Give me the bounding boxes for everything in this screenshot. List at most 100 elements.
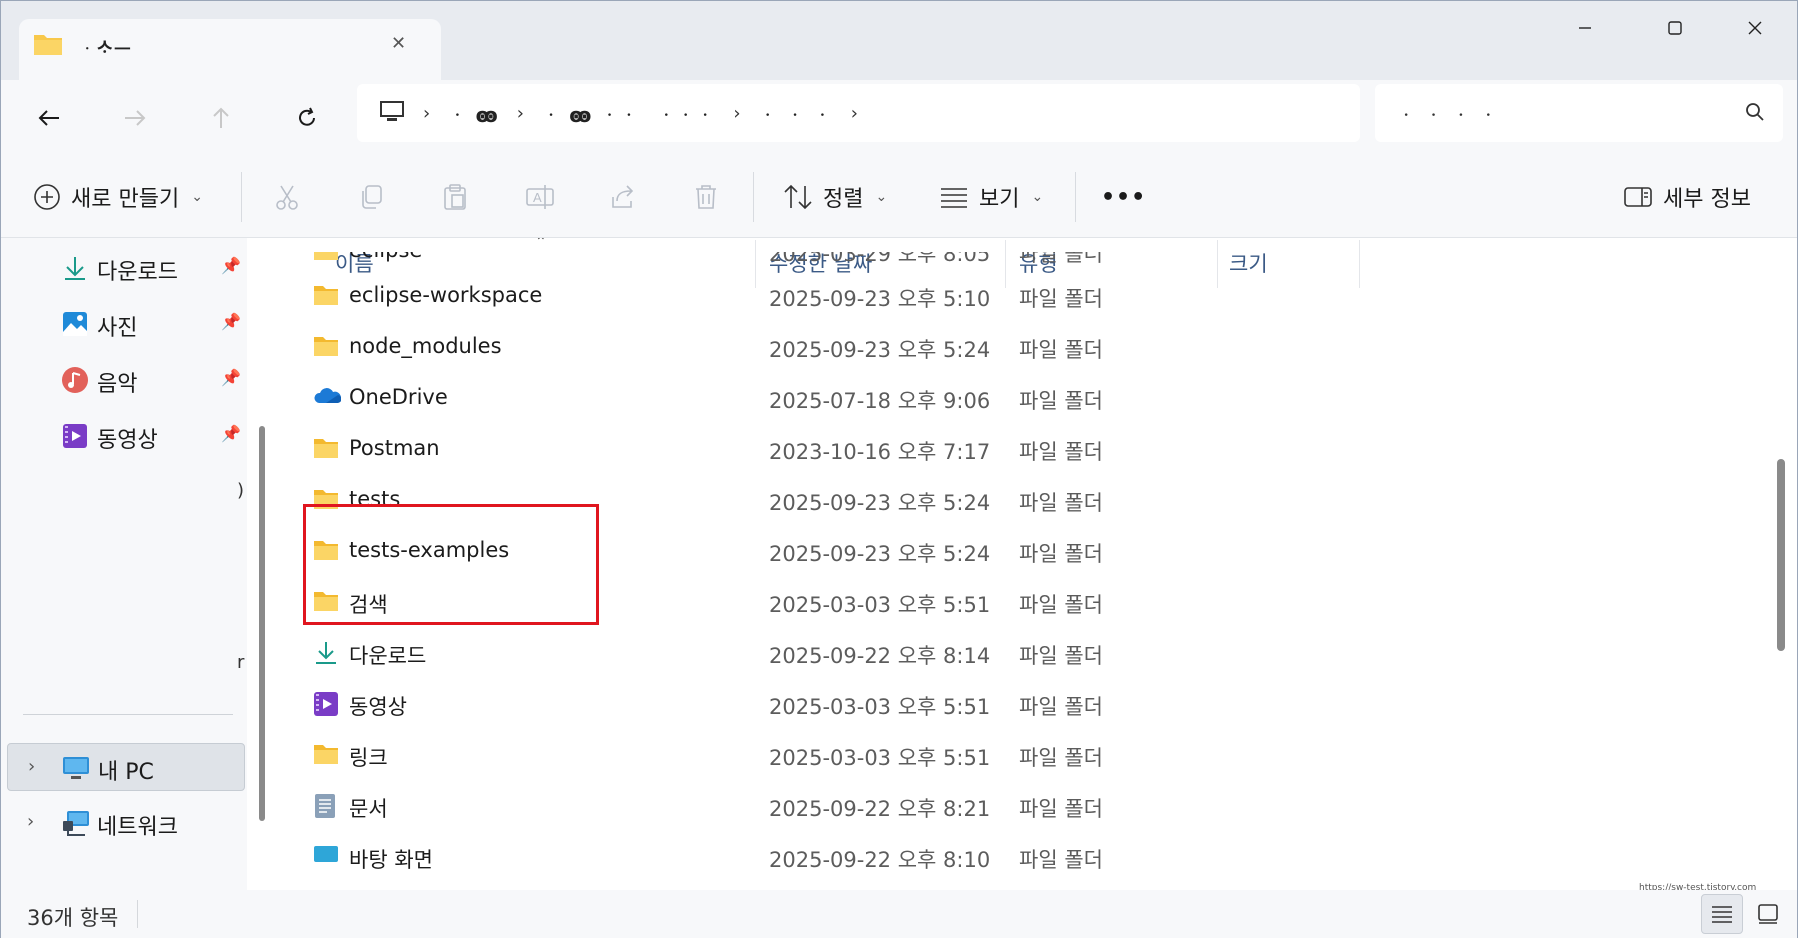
details-view-button[interactable]: [1701, 894, 1743, 934]
command-divider: [241, 172, 242, 222]
sidebar-item-pictures[interactable]: 사진 📌: [1, 300, 247, 348]
maximize-button[interactable]: [1639, 9, 1711, 47]
copy-button[interactable]: [357, 156, 385, 238]
cut-button[interactable]: [273, 156, 301, 238]
file-name[interactable]: 바탕 화면: [349, 844, 433, 874]
table-row[interactable]: OneDrive 2025-07-18 오후 9:06 파일 폴더: [277, 373, 1757, 424]
forward-button[interactable]: [113, 98, 157, 138]
table-row[interactable]: 다운로드 2025-09-22 오후 8:14 파일 폴더: [277, 628, 1757, 679]
pin-icon[interactable]: 📌: [221, 424, 241, 443]
file-name[interactable]: 문서: [349, 793, 388, 823]
pin-icon[interactable]: 📌: [221, 368, 241, 387]
sidebar-item-label: 사진: [97, 316, 138, 341]
forward-arrow-icon: [125, 110, 146, 126]
delete-button[interactable]: [693, 156, 719, 238]
file-name[interactable]: Postman: [349, 436, 440, 460]
table-row[interactable]: Postman 2023-10-16 오후 7:17 파일 폴더: [277, 424, 1757, 475]
file-name[interactable]: eclipse-workspace: [349, 283, 542, 307]
file-modified-date: 2025-09-22 오후 8:10: [769, 848, 991, 872]
sidebar-item-network[interactable]: › 네트워크: [1, 799, 247, 847]
tab-close-icon[interactable]: ✕: [391, 33, 406, 54]
table-row[interactable]: 문서 2025-09-22 오후 8:21 파일 폴더: [277, 781, 1757, 832]
refresh-icon: [299, 107, 315, 126]
breadcrumb-expand-icon[interactable]: ›: [851, 103, 858, 124]
up-arrow-icon: [213, 107, 229, 128]
file-name[interactable]: 동영상: [349, 691, 407, 721]
sidebar-scrollbar[interactable]: [259, 426, 265, 821]
sidebar-item-label: 내 PC: [98, 760, 154, 785]
breadcrumb-item-3[interactable]: ᆞᆞᆞ: [657, 99, 715, 128]
address-bar[interactable]: › ᆞ ꙭ › ᆞ ꙭ ᆞᆞ ᆞᆞᆞ › ᆞ ᆞ ᆞ ›: [357, 84, 1360, 142]
file-modified-date: 2025-03-03 오후 5:51: [769, 593, 991, 617]
pin-icon[interactable]: 📌: [221, 312, 241, 331]
sidebar-item-videos[interactable]: 동영상 📌: [1, 412, 247, 460]
search-input[interactable]: ᆞ ᆞ ᆞ ᆞ: [1375, 84, 1783, 142]
table-row[interactable]: 동영상 2025-03-03 오후 5:51 파일 폴더: [277, 679, 1757, 730]
title-bar: ᆞᄉᆞᅳ ✕: [1, 1, 1797, 80]
file-list: 이름 ⌃ 수정한 날짜 유형 크기 eclipse 2025-03-29 오후 8…: [277, 238, 1783, 890]
file-name[interactable]: tests: [349, 487, 400, 511]
paste-button[interactable]: [441, 156, 469, 238]
breadcrumb-item-1[interactable]: ᆞ ꙭ: [448, 99, 498, 128]
search-icon[interactable]: [1745, 102, 1765, 127]
chevron-right-icon[interactable]: ›: [28, 756, 35, 777]
file-type: 파일 폴더: [1019, 848, 1103, 872]
file-type: 파일 폴더: [1019, 695, 1103, 719]
large-icons-view-button[interactable]: [1747, 894, 1789, 934]
table-row[interactable]: 검색 2025-03-03 오후 5:51 파일 폴더: [277, 577, 1757, 628]
table-row[interactable]: eclipse-workspace 2025-09-23 오후 5:10 파일 폴더: [277, 271, 1757, 322]
sidebar-item-this-pc[interactable]: › 내 PC: [7, 743, 245, 791]
close-button[interactable]: [1719, 9, 1791, 47]
document-icon: [313, 793, 339, 819]
file-name[interactable]: 검색: [349, 589, 388, 619]
file-name[interactable]: 다운로드: [349, 640, 426, 670]
navigation-pane: 다운로드 📌 사진 📌 음악 📌 동영상 📌 ) r › 내 PC › 네트워크: [1, 238, 247, 890]
refresh-button[interactable]: [285, 98, 329, 138]
file-modified-date: 2025-09-22 오후 8:14: [769, 644, 991, 668]
view-button[interactable]: 보기 ⌄: [939, 156, 1043, 238]
file-type: 파일 폴더: [1019, 287, 1103, 311]
videos-icon: [313, 691, 339, 717]
download-icon: [313, 640, 339, 666]
file-modified-date: 2025-09-23 오후 5:10: [769, 287, 991, 311]
tab-current-folder[interactable]: ᆞᄉᆞᅳ ✕: [19, 19, 441, 80]
new-button[interactable]: 새로 만들기 ⌄: [33, 156, 203, 238]
breadcrumb-separator-icon: ›: [516, 102, 524, 124]
up-button[interactable]: [199, 98, 243, 138]
chevron-down-icon: ⌄: [1031, 189, 1044, 205]
details-pane-button[interactable]: 세부 정보: [1623, 156, 1751, 238]
more-options-button[interactable]: •••: [1101, 156, 1146, 238]
file-modified-date: 2025-03-03 오후 5:51: [769, 695, 991, 719]
clipped-text: r: [237, 652, 245, 673]
file-name[interactable]: 링크: [349, 742, 388, 772]
sidebar-item-music[interactable]: 음악 📌: [1, 356, 247, 404]
file-list-scrollbar[interactable]: [1777, 459, 1785, 651]
share-button[interactable]: [609, 156, 637, 238]
table-row[interactable]: node_modules 2025-09-23 오후 5:24 파일 폴더: [277, 322, 1757, 373]
sidebar-divider: [23, 714, 233, 715]
file-type: 파일 폴더: [1019, 746, 1103, 770]
chevron-right-icon[interactable]: ›: [27, 811, 34, 832]
back-button[interactable]: [27, 98, 71, 138]
pin-icon[interactable]: 📌: [221, 256, 241, 275]
file-name[interactable]: OneDrive: [349, 385, 448, 409]
status-bar: 36개 항목: [1, 890, 1797, 938]
file-name[interactable]: tests-examples: [349, 538, 509, 562]
rename-button[interactable]: A: [525, 156, 555, 238]
file-name[interactable]: node_modules: [349, 334, 502, 358]
table-row[interactable]: 링크 2025-03-03 오후 5:51 파일 폴더: [277, 730, 1757, 781]
minimize-button[interactable]: [1549, 9, 1621, 47]
breadcrumb-separator-icon: ›: [423, 102, 431, 124]
table-row[interactable]: tests 2025-09-23 오후 5:24 파일 폴더: [277, 475, 1757, 526]
table-row[interactable]: 바탕 화면 2025-09-22 오후 8:10 파일 폴더: [277, 832, 1757, 883]
file-modified-date: 2025-07-18 오후 9:06: [769, 389, 991, 413]
sidebar-item-downloads[interactable]: 다운로드 📌: [1, 244, 247, 292]
folder-icon: [33, 31, 63, 61]
details-pane-icon: [1624, 187, 1652, 207]
table-row[interactable]: tests-examples 2025-09-23 오후 5:24 파일 폴더: [277, 526, 1757, 577]
navigation-bar: › ᆞ ꙭ › ᆞ ꙭ ᆞᆞ ᆞᆞᆞ › ᆞ ᆞ ᆞ › ᆞ ᆞ ᆞ ᆞ: [1, 80, 1797, 156]
breadcrumb-item-2[interactable]: ᆞ ꙭ ᆞᆞ: [542, 99, 639, 128]
sort-button[interactable]: 정렬 ⌄: [783, 156, 887, 238]
breadcrumb-item-4[interactable]: ᆞ ᆞ ᆞ: [759, 99, 833, 128]
plus-circle-icon: [34, 184, 60, 210]
